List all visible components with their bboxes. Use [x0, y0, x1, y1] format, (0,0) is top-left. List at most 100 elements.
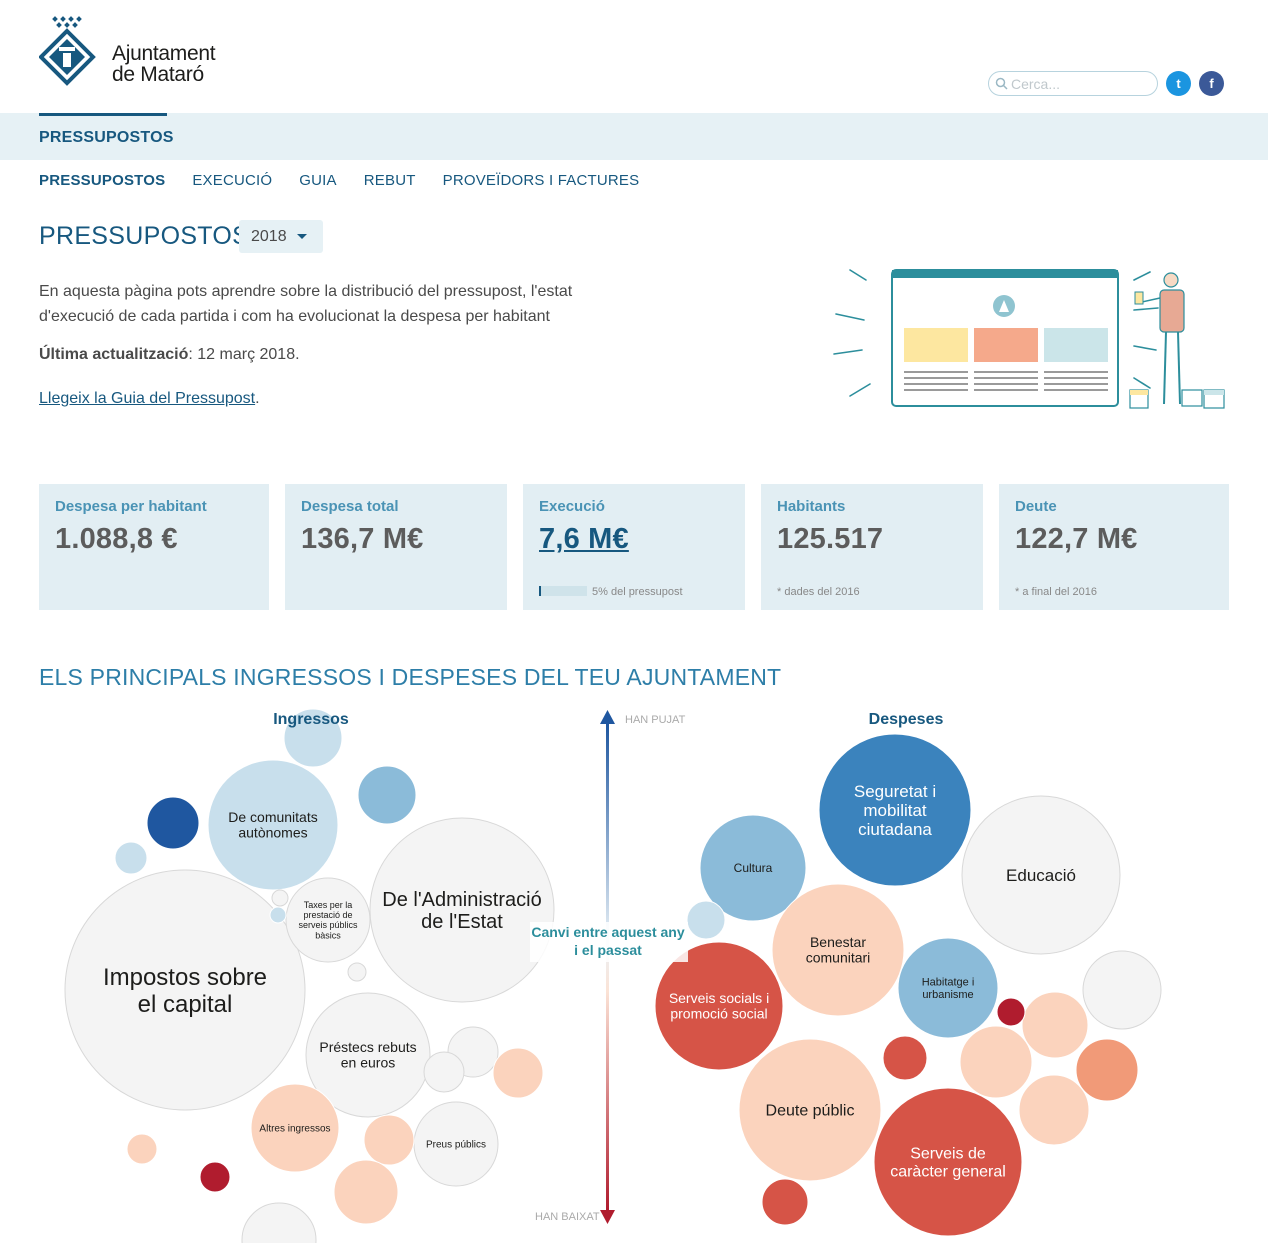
- search-box[interactable]: [988, 71, 1158, 96]
- logo-text-line2: de Mataró: [112, 63, 204, 86]
- card-value: 125.517: [777, 523, 884, 555]
- search-input[interactable]: [1011, 75, 1151, 93]
- ajuntament-logo[interactable]: Ajuntament de Mataró: [38, 15, 221, 91]
- card-label: Despesa per habitant: [55, 498, 207, 515]
- facebook-icon[interactable]: f: [1199, 71, 1224, 96]
- bubble[interactable]: [333, 1159, 399, 1225]
- card-label: Habitants: [777, 498, 846, 515]
- updated-label: Última actualització: [39, 346, 189, 363]
- card-label: Execució: [539, 498, 605, 515]
- arrow-down-icon: [600, 1210, 615, 1224]
- expense-title: Despeses: [869, 711, 944, 728]
- bubble-label-seguretat: ciutadana: [858, 820, 932, 839]
- bubble-label-impostos: el capital: [138, 991, 233, 1018]
- bubble-label-altres: Altres ingressos: [259, 1124, 330, 1135]
- coat-of-arms-icon: [38, 16, 96, 86]
- axis-caption-line1: Canvi entre aquest any: [531, 924, 684, 940]
- subnav-rebut[interactable]: REBUT: [364, 172, 416, 189]
- budget-illustration: [833, 269, 1225, 409]
- sub-navigation: PRESSUPOSTOS EXECUCIÓ GUIA REBUT PROVEÏD…: [39, 172, 666, 189]
- bubble[interactable]: [363, 1114, 415, 1166]
- execucio-link[interactable]: 7,6 M€: [539, 523, 729, 556]
- subnav-execucio[interactable]: EXECUCIÓ: [192, 172, 272, 189]
- card-note: * a final del 2016: [1015, 586, 1097, 598]
- bubble-label-seguretat: Seguretat i: [854, 782, 936, 801]
- bubble-label-autonomes: De comunitats: [228, 809, 317, 825]
- bubble[interactable]: [996, 997, 1026, 1027]
- bubble[interactable]: [357, 765, 417, 825]
- bubble-label-habitatge: urbanisme: [922, 989, 973, 1001]
- card-habitants: Habitants 125.517 * dades del 2016: [761, 484, 983, 610]
- logo-text-line1: Ajuntament: [112, 42, 216, 65]
- card-deute: Deute 122,7 M€ * a final del 2016: [999, 484, 1229, 610]
- bubble[interactable]: [1082, 950, 1162, 1030]
- bubble[interactable]: [492, 1047, 544, 1099]
- bubble[interactable]: [241, 1202, 317, 1243]
- bubble-label-taxes: bàsics: [315, 930, 341, 940]
- bubble[interactable]: [269, 906, 287, 924]
- bubble[interactable]: [686, 900, 726, 940]
- income-title: Ingressos: [273, 711, 349, 728]
- caret-down-icon: [297, 234, 307, 239]
- bubble[interactable]: [761, 1178, 809, 1226]
- subnav-guia[interactable]: GUIA: [299, 172, 336, 189]
- budget-guide-link[interactable]: Llegeix la Guia del Pressupost: [39, 390, 255, 407]
- bubble[interactable]: [126, 1133, 158, 1165]
- card-label: Deute: [1015, 498, 1057, 515]
- bubble-label-prestecs: en euros: [341, 1055, 395, 1071]
- bubble[interactable]: [114, 841, 148, 875]
- updated-value: : 12 març 2018.: [188, 346, 300, 363]
- bubble[interactable]: [882, 1035, 928, 1081]
- bubble-label-socials: promoció social: [670, 1006, 767, 1022]
- bubble-label-taxes: Taxes per la: [304, 900, 353, 910]
- search-icon: [995, 77, 1008, 90]
- card-execucio: Execució 7,6 M€ 5% del pressupost: [523, 484, 745, 610]
- card-despesa-total: Despesa total 136,7 M€: [285, 484, 507, 610]
- year-select[interactable]: 2018: [239, 220, 323, 253]
- bubble[interactable]: [146, 796, 200, 850]
- year-value: 2018: [251, 228, 287, 245]
- bubble-chart: Impostos sobreel capital De l'Administrac…: [64, 708, 1162, 1243]
- bubble-label-educacio: Educació: [1006, 866, 1076, 885]
- bubble[interactable]: [347, 962, 367, 982]
- card-despesa-per-habitant: Despesa per habitant 1.088,8 €: [39, 484, 269, 610]
- axis-top-label: HAN PUJAT: [625, 714, 686, 726]
- bubble[interactable]: [959, 1025, 1033, 1099]
- card-label: Despesa total: [301, 498, 399, 515]
- subnav-pressupostos[interactable]: PRESSUPOSTOS: [39, 172, 165, 189]
- last-updated: Última actualització: 12 març 2018.: [39, 346, 300, 364]
- bubble-label-deute: Deute públic: [766, 1103, 855, 1120]
- progress-label: 5% del pressupost: [592, 586, 683, 598]
- page-title: PRESSUPOSTOS: [39, 222, 250, 250]
- bubble[interactable]: [1075, 1038, 1139, 1102]
- subnav-proveidors-factures[interactable]: PROVEÏDORS I FACTURES: [443, 172, 640, 189]
- twitter-icon[interactable]: t: [1166, 71, 1191, 96]
- change-axis: [606, 724, 609, 1210]
- bubble[interactable]: [199, 1161, 231, 1193]
- bubble-label-benestar: Benestar: [810, 934, 866, 950]
- section-bar: [0, 113, 1268, 160]
- bubble-label-autonomes: autònomes: [238, 825, 307, 841]
- bubble-label-general: Serveis de: [910, 1146, 986, 1163]
- bubble-label-taxes: serveis públics: [298, 920, 358, 930]
- bubble-label-cultura: Cultura: [734, 861, 773, 875]
- execution-progress-fill: [539, 586, 542, 596]
- bubble[interactable]: [423, 1051, 465, 1093]
- section-title[interactable]: PRESSUPOSTOS: [39, 129, 174, 147]
- card-value: 1.088,8 €: [55, 523, 178, 555]
- chart-section-title: ELS PRINCIPALS INGRESSOS I DESPESES DEL …: [39, 664, 782, 690]
- bubble-label-estat: de l'Estat: [421, 911, 503, 933]
- bubble-label-general: caràcter general: [890, 1164, 1006, 1181]
- bubble[interactable]: [1021, 991, 1089, 1059]
- bubble[interactable]: [271, 889, 289, 907]
- bubble-label-socials: Serveis socials i: [669, 990, 769, 1006]
- bubble-label-prestecs: Préstecs rebuts: [319, 1039, 416, 1055]
- arrow-up-icon: [600, 710, 615, 724]
- bubble-label-estat: De l'Administració: [382, 889, 541, 911]
- bubble-label-impostos: Impostos sobre: [103, 964, 267, 991]
- card-note: * dades del 2016: [777, 586, 860, 598]
- axis-bottom-label: HAN BAIXAT: [535, 1211, 600, 1223]
- bubble-label-benestar: comunitari: [806, 950, 871, 966]
- bubble[interactable]: [1018, 1074, 1090, 1146]
- axis-caption-line2: i el passat: [574, 942, 642, 958]
